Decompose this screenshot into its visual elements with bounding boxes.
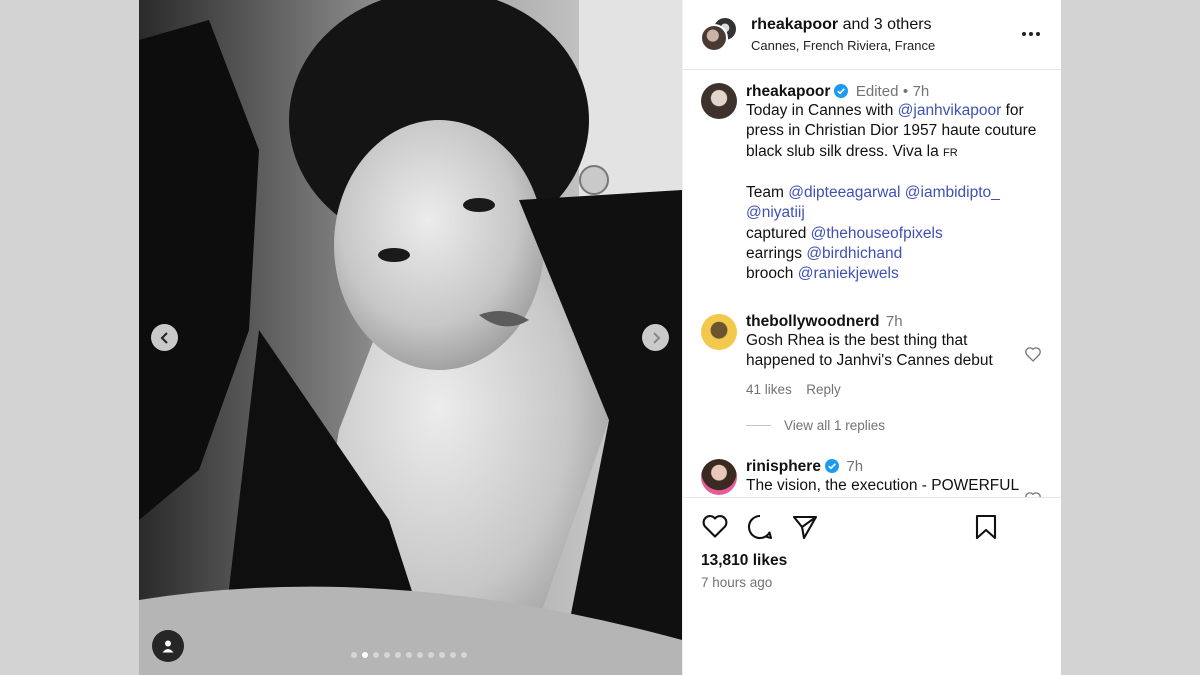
post-panel: rheakapoor and 3 others Cannes, French R… <box>682 0 1061 675</box>
mention-link[interactable]: @dipteeagarwal <box>788 184 900 201</box>
carousel-dot <box>439 652 445 658</box>
caption-username[interactable]: rheakapoor <box>746 83 830 100</box>
caption-line: brooch <box>746 265 798 283</box>
post-photo <box>139 0 682 675</box>
carousel-dot <box>384 652 390 658</box>
collab-avatars[interactable] <box>700 16 738 54</box>
carousel-dot <box>461 652 467 658</box>
share-icon[interactable] <box>791 513 819 541</box>
flag-emoji: FR <box>943 146 958 159</box>
caption-line: captured <box>746 224 811 242</box>
post-modal: rheakapoor and 3 others Cannes, French R… <box>139 0 1061 675</box>
tagged-users-button[interactable] <box>152 630 184 662</box>
caption-line: press in Christian Dior 1957 haute coutu… <box>746 122 1037 140</box>
like-comment-icon[interactable] <box>1024 346 1042 362</box>
comment-text: happened to Janhvi's Cannes debut <box>746 352 993 370</box>
next-slide-button[interactable] <box>642 324 669 351</box>
user-icon <box>162 640 174 653</box>
comment-username[interactable]: rinisphere <box>746 458 821 475</box>
post-authors[interactable]: rheakapoor and 3 others <box>751 16 932 34</box>
caption-line: black slub silk dress. Viva la <box>746 142 943 160</box>
mention-link[interactable]: @birdhichand <box>806 245 902 262</box>
comment-likes[interactable]: 41 likes <box>746 382 792 397</box>
carousel-dot <box>417 652 423 658</box>
mention-link[interactable]: @iambidipto_ <box>905 184 1000 201</box>
carousel-indicator <box>351 652 467 658</box>
caption-time[interactable]: 7h <box>913 83 930 100</box>
chevron-left-icon <box>160 331 168 344</box>
carousel-dot <box>395 652 401 658</box>
comment-time[interactable]: 7h <box>846 458 863 475</box>
comment-text: The vision, the execution - POWERFUL <box>746 477 1020 494</box>
divider <box>746 424 771 426</box>
avatar[interactable] <box>701 314 737 350</box>
carousel-dot <box>450 652 456 658</box>
edited-label: Edited <box>855 83 899 100</box>
caption-line: Team <box>746 184 789 202</box>
comment-time[interactable]: 7h <box>886 313 903 330</box>
carousel-dot <box>351 652 357 658</box>
separator: • <box>902 83 909 100</box>
like-count[interactable]: 13,810 likes <box>701 552 787 570</box>
previous-slide-button[interactable] <box>151 324 178 351</box>
post-media[interactable] <box>139 0 682 675</box>
post-actions: 13,810 likes 7 hours ago <box>683 497 1061 675</box>
comment-icon[interactable] <box>746 513 774 541</box>
avatar <box>700 24 728 52</box>
carousel-dot <box>406 652 412 658</box>
avatar[interactable] <box>701 83 737 119</box>
mention-link[interactable]: @janhvikapoor <box>898 102 1002 119</box>
caption-line: earrings <box>746 245 807 263</box>
location-link[interactable]: Cannes, French Riviera, France <box>751 38 935 53</box>
avatar[interactable] <box>701 459 737 495</box>
chevron-right-icon <box>652 331 660 344</box>
like-icon[interactable] <box>701 513 729 539</box>
carousel-dot <box>373 652 379 658</box>
post-timestamp[interactable]: 7 hours ago <box>701 575 772 590</box>
comment-username[interactable]: thebollywoodnerd <box>746 313 879 330</box>
caption-line: Today in Cannes with <box>746 102 898 119</box>
reply-button[interactable]: Reply <box>806 382 841 397</box>
more-options-icon[interactable] <box>1019 24 1043 44</box>
caption-text: Today in Cannes with @janhvikapoor for p… <box>746 101 1051 285</box>
others-link[interactable]: and 3 others <box>843 16 932 33</box>
save-icon[interactable] <box>973 513 999 541</box>
comments-scroll-area[interactable]: rheakapoor Edited • 7h Today in Cannes w… <box>683 71 1061 497</box>
author-username[interactable]: rheakapoor <box>751 16 838 33</box>
comment-text: Gosh Rhea is the best thing that <box>746 332 968 349</box>
mention-link[interactable]: @thehouseofpixels <box>811 225 943 242</box>
carousel-dot <box>428 652 434 658</box>
verified-badge-icon <box>834 84 849 98</box>
verified-badge-icon <box>824 459 839 473</box>
carousel-dot <box>362 652 368 658</box>
mention-link[interactable]: @niyatiij <box>746 204 805 221</box>
mention-link[interactable]: @raniekjewels <box>798 265 899 282</box>
caption-line: for <box>1001 102 1024 119</box>
post-header: rheakapoor and 3 others Cannes, French R… <box>683 0 1061 70</box>
view-replies-button[interactable]: View all 1 replies <box>784 418 885 433</box>
